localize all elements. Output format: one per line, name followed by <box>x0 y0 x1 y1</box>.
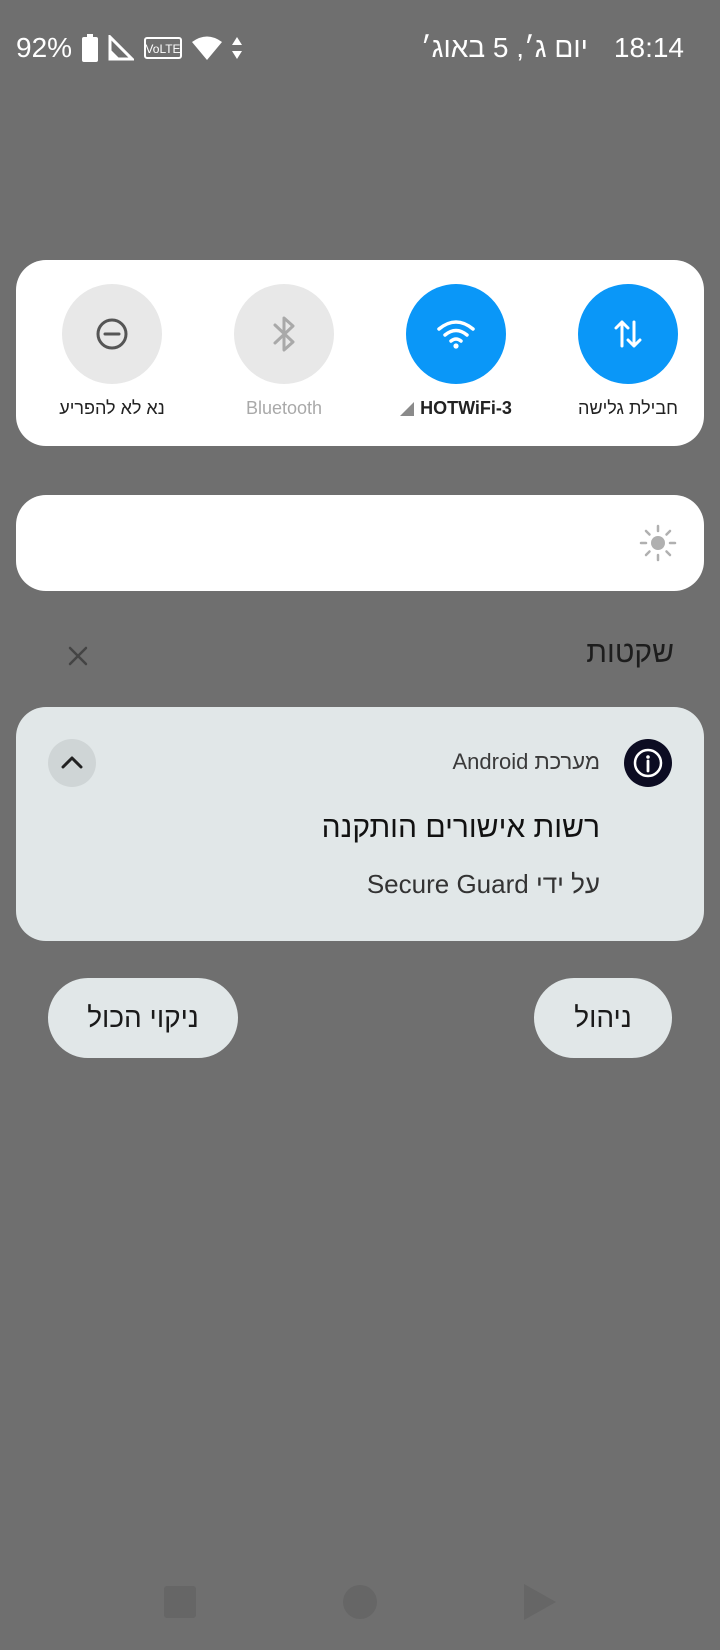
volte-icon: VoLTE <box>144 37 183 59</box>
tile-bluetooth[interactable]: Bluetooth <box>204 284 364 434</box>
battery-percent: 92% <box>16 32 73 63</box>
home-icon[interactable] <box>343 1585 377 1619</box>
status-bar: 92% VoLTE 18:14 יום ג׳, 5 באוג׳ <box>0 0 720 94</box>
tile-mobile-data-button[interactable] <box>578 284 678 384</box>
mobile-data-icon <box>614 320 642 348</box>
tile-dnd-button[interactable] <box>62 284 162 384</box>
close-icon[interactable] <box>62 640 94 672</box>
data-arrows-icon <box>232 37 243 59</box>
signal-icon <box>108 35 135 61</box>
battery-icon <box>82 34 99 62</box>
tile-bluetooth-label: Bluetooth <box>245 398 323 418</box>
tile-do-not-disturb[interactable]: נא לא להפריע <box>32 284 192 434</box>
signal-strength-icon <box>400 401 415 416</box>
tile-wifi-label-row: HOTWiFi-3 <box>400 398 512 419</box>
notification-card[interactable]: מערכת Android רשות אישורים הותקנה על ידי… <box>16 707 704 941</box>
brightness-slider[interactable] <box>16 495 704 591</box>
manage-button[interactable]: ניהול <box>534 978 672 1058</box>
do-not-disturb-icon <box>96 318 128 350</box>
clear-all-button[interactable]: ניקוי הכול <box>48 978 238 1058</box>
collapse-button[interactable] <box>48 739 96 787</box>
tile-wifi-button[interactable] <box>406 284 506 384</box>
status-time: 18:14 <box>613 32 684 63</box>
navigation-bar <box>0 1560 720 1650</box>
notification-title: רשות אישורים הותקנה <box>321 811 600 844</box>
svg-text:VoLTE: VoLTE <box>145 42 180 56</box>
chevron-up-icon <box>61 756 83 769</box>
brightness-icon <box>639 524 677 562</box>
wifi-icon <box>192 36 223 60</box>
tile-wifi-label: HOTWiFi-3 <box>420 398 512 418</box>
recents-icon[interactable] <box>164 1586 196 1618</box>
notification-section-header: שקטות <box>16 628 704 684</box>
bluetooth-icon <box>273 316 295 352</box>
info-icon <box>624 739 672 787</box>
wifi-icon <box>437 320 475 349</box>
status-clock-date: 18:14 יום ג׳, 5 באוג׳ <box>421 28 684 68</box>
quick-settings-panel: חבילת גלישה HOTWiFi-3 Bluetooth נא לא לה… <box>16 260 704 446</box>
status-date: יום ג׳, 5 באוג׳ <box>420 32 588 63</box>
tile-dnd-label: נא לא להפריע <box>59 398 165 418</box>
back-icon[interactable] <box>524 1584 556 1620</box>
tile-wifi[interactable]: HOTWiFi-3 <box>376 284 536 434</box>
section-title: שקטות <box>586 636 674 669</box>
notification-text: על ידי Secure Guard <box>366 869 600 899</box>
status-icons: 92% VoLTE <box>16 28 243 68</box>
tile-mobile-data[interactable]: חבילת גלישה <box>548 284 708 434</box>
tile-bluetooth-button[interactable] <box>234 284 334 384</box>
notification-app-name: מערכת Android <box>452 749 600 774</box>
tile-mobile-data-label: חבילת גלישה <box>578 398 678 418</box>
